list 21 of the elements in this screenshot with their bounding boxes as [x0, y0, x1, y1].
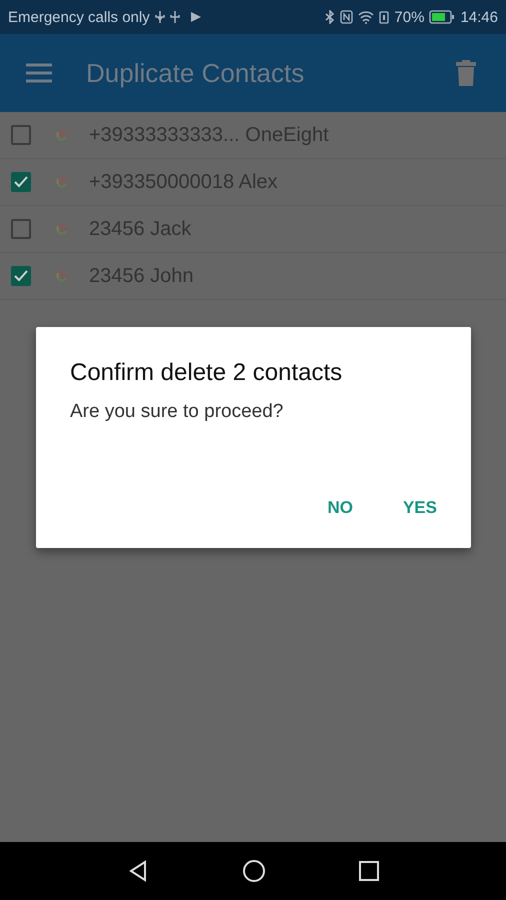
dialog-message: Are you sure to proceed?: [70, 401, 284, 423]
home-icon[interactable]: [242, 859, 266, 883]
dialog-title: Confirm delete 2 contacts: [70, 359, 344, 387]
checkbox[interactable]: [11, 266, 31, 286]
checkbox[interactable]: [11, 125, 31, 145]
bluetooth-icon: [325, 10, 336, 24]
menu-icon[interactable]: [26, 63, 54, 83]
nfc-icon: [340, 10, 354, 24]
wifi-icon: [358, 10, 374, 24]
checkbox[interactable]: [11, 219, 31, 239]
carrier-text: Emergency calls only: [8, 8, 150, 26]
clock-time: 14:46: [460, 8, 498, 26]
dialog-button[interactable]: YES: [388, 488, 451, 528]
recents-icon[interactable]: [358, 860, 380, 882]
battery-saver-icon: [379, 10, 390, 24]
battery-percent: 70%: [394, 8, 424, 26]
play-store-icon: [190, 11, 202, 23]
app-title: Duplicate Contacts: [86, 58, 304, 88]
checkbox[interactable]: [11, 172, 31, 192]
battery-icon: [429, 10, 456, 24]
dialog-button[interactable]: NO: [313, 488, 367, 528]
